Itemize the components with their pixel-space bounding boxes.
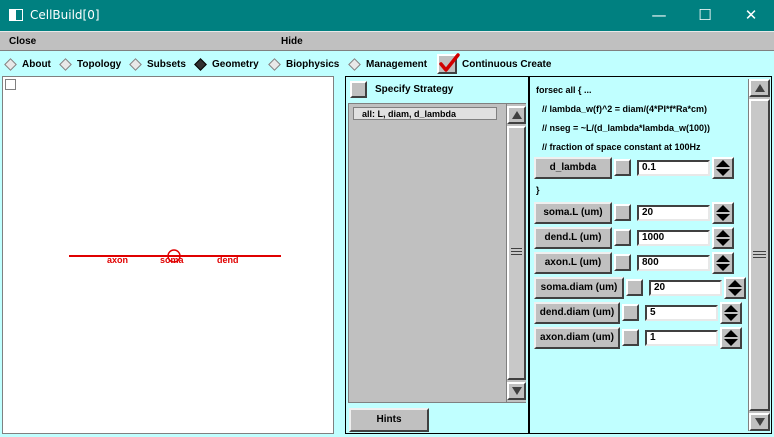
- up-down-arrows-icon: [716, 255, 730, 271]
- hide-menu[interactable]: Hide: [281, 36, 303, 47]
- scroll-down-button[interactable]: [749, 413, 770, 431]
- soma-label: soma: [160, 255, 185, 265]
- d-lambda-spinner[interactable]: [712, 157, 734, 179]
- continuous-create-label: Continuous Create: [462, 59, 552, 70]
- dend-l-button[interactable]: dend.L (um): [534, 227, 612, 249]
- list-item[interactable]: all: L, diam, d_lambda: [353, 107, 497, 120]
- soma-l-spinner[interactable]: [712, 202, 734, 224]
- tab-label: About: [22, 59, 51, 70]
- axon-l-field[interactable]: 800: [637, 255, 710, 271]
- strategy-list: all: L, diam, d_lambda: [348, 103, 526, 403]
- axon-diam-button[interactable]: axon.diam (um): [534, 327, 620, 349]
- soma-l-checkbox[interactable]: [614, 204, 631, 221]
- cellbuild-window: CellBuild[0] — ☐ ✕ Close Hide About Topo…: [0, 0, 774, 437]
- dend-l-spinner[interactable]: [712, 227, 734, 249]
- scroll-thumb[interactable]: [749, 99, 770, 411]
- shape-canvas[interactable]: axon soma dend: [2, 76, 334, 434]
- soma-diam-spinner[interactable]: [724, 277, 746, 299]
- axon-label: axon: [107, 255, 128, 265]
- dend-diam-field[interactable]: 5: [645, 305, 718, 321]
- strategy-scrollbar[interactable]: [506, 104, 526, 402]
- tab-label: Geometry: [212, 59, 259, 70]
- tab-geometry[interactable]: Geometry: [194, 58, 259, 71]
- comment-line: // lambda_w(f)^2 = diam/(4*PI*f*Ra*cm): [542, 104, 708, 114]
- up-down-arrows-icon: [716, 205, 730, 221]
- window-title: CellBuild[0]: [30, 8, 100, 22]
- soma-l-button[interactable]: soma.L (um): [534, 202, 612, 224]
- scroll-thumb[interactable]: [507, 126, 526, 380]
- tab-label: Subsets: [147, 59, 186, 70]
- params-scrollbar[interactable]: [748, 79, 770, 431]
- tab-label: Management: [366, 59, 428, 70]
- tab-about[interactable]: About: [4, 58, 51, 71]
- soma-diam-field[interactable]: 20: [649, 280, 722, 296]
- tab-radio-bar: About Topology Subsets Geometry Biophysi…: [0, 52, 774, 76]
- up-down-arrows-icon: [716, 230, 730, 246]
- comment-line: // nseg = ~L/(d_lambda*lambda_w(100)): [542, 123, 711, 133]
- hints-button[interactable]: Hints: [349, 408, 429, 432]
- comment-line: // fraction of space constant at 100Hz: [542, 142, 701, 152]
- triangle-up-icon: [754, 84, 765, 92]
- axon-diam-checkbox[interactable]: [622, 329, 639, 346]
- tab-management[interactable]: Management: [348, 58, 428, 71]
- tab-topology[interactable]: Topology: [59, 58, 122, 71]
- radio-diamond-icon: [4, 58, 17, 71]
- menu-bar: Close Hide: [0, 31, 774, 51]
- cell-shape-plot: axon soma dend: [69, 249, 281, 265]
- triangle-down-icon: [754, 418, 765, 426]
- scroll-up-button[interactable]: [507, 106, 526, 124]
- d-lambda-field[interactable]: 0.1: [637, 160, 710, 176]
- dend-diam-button[interactable]: dend.diam (um): [534, 302, 620, 324]
- forsec-header: forsec all { ...: [536, 85, 592, 95]
- close-window-button[interactable]: ✕: [728, 0, 774, 31]
- app-icon: [9, 9, 23, 21]
- up-down-arrows-icon: [724, 330, 738, 346]
- up-down-arrows-icon: [716, 160, 730, 176]
- axon-l-button[interactable]: axon.L (um): [534, 252, 612, 274]
- tab-label: Topology: [77, 59, 122, 70]
- tab-subsets[interactable]: Subsets: [129, 58, 186, 71]
- scroll-up-button[interactable]: [749, 79, 770, 97]
- tab-label: Biophysics: [286, 59, 340, 70]
- dend-l-field[interactable]: 1000: [637, 230, 710, 246]
- radio-diamond-icon: [348, 58, 361, 71]
- maximize-button[interactable]: ☐: [682, 0, 728, 31]
- continuous-create-checkbox[interactable]: [437, 53, 460, 74]
- specify-strategy-label: Specify Strategy: [375, 84, 454, 95]
- scroll-down-button[interactable]: [507, 382, 526, 400]
- close-menu[interactable]: Close: [9, 36, 36, 47]
- dend-l-checkbox[interactable]: [614, 229, 631, 246]
- minimize-button[interactable]: —: [636, 0, 682, 31]
- axon-l-checkbox[interactable]: [614, 254, 631, 271]
- axon-diam-field[interactable]: 1: [645, 330, 718, 346]
- title-bar: CellBuild[0] — ☐ ✕: [0, 0, 774, 31]
- soma-diam-button[interactable]: soma.diam (um): [534, 277, 624, 299]
- forsec-closing: }: [536, 185, 540, 195]
- checkmark-icon: [439, 53, 460, 72]
- d-lambda-button[interactable]: d_lambda: [534, 157, 612, 179]
- tab-biophysics[interactable]: Biophysics: [268, 58, 340, 71]
- dend-diam-checkbox[interactable]: [622, 304, 639, 321]
- axon-diam-spinner[interactable]: [720, 327, 742, 349]
- dend-label: dend: [217, 255, 239, 265]
- strategy-panel: Specify Strategy all: L, diam, d_lambda …: [345, 76, 529, 434]
- specify-strategy-checkbox[interactable]: [350, 81, 367, 98]
- geometry-params-panel: forsec all { ... // lambda_w(f)^2 = diam…: [529, 76, 772, 434]
- triangle-down-icon: [511, 387, 522, 395]
- d-lambda-checkbox[interactable]: [614, 159, 631, 176]
- radio-diamond-selected-icon: [194, 58, 207, 71]
- dend-diam-spinner[interactable]: [720, 302, 742, 324]
- soma-l-field[interactable]: 20: [637, 205, 710, 221]
- triangle-up-icon: [511, 111, 522, 119]
- radio-diamond-icon: [129, 58, 142, 71]
- radio-diamond-icon: [268, 58, 281, 71]
- up-down-arrows-icon: [724, 305, 738, 321]
- axon-l-spinner[interactable]: [712, 252, 734, 274]
- soma-diam-checkbox[interactable]: [626, 279, 643, 296]
- radio-diamond-icon: [59, 58, 72, 71]
- up-down-arrows-icon: [728, 280, 742, 296]
